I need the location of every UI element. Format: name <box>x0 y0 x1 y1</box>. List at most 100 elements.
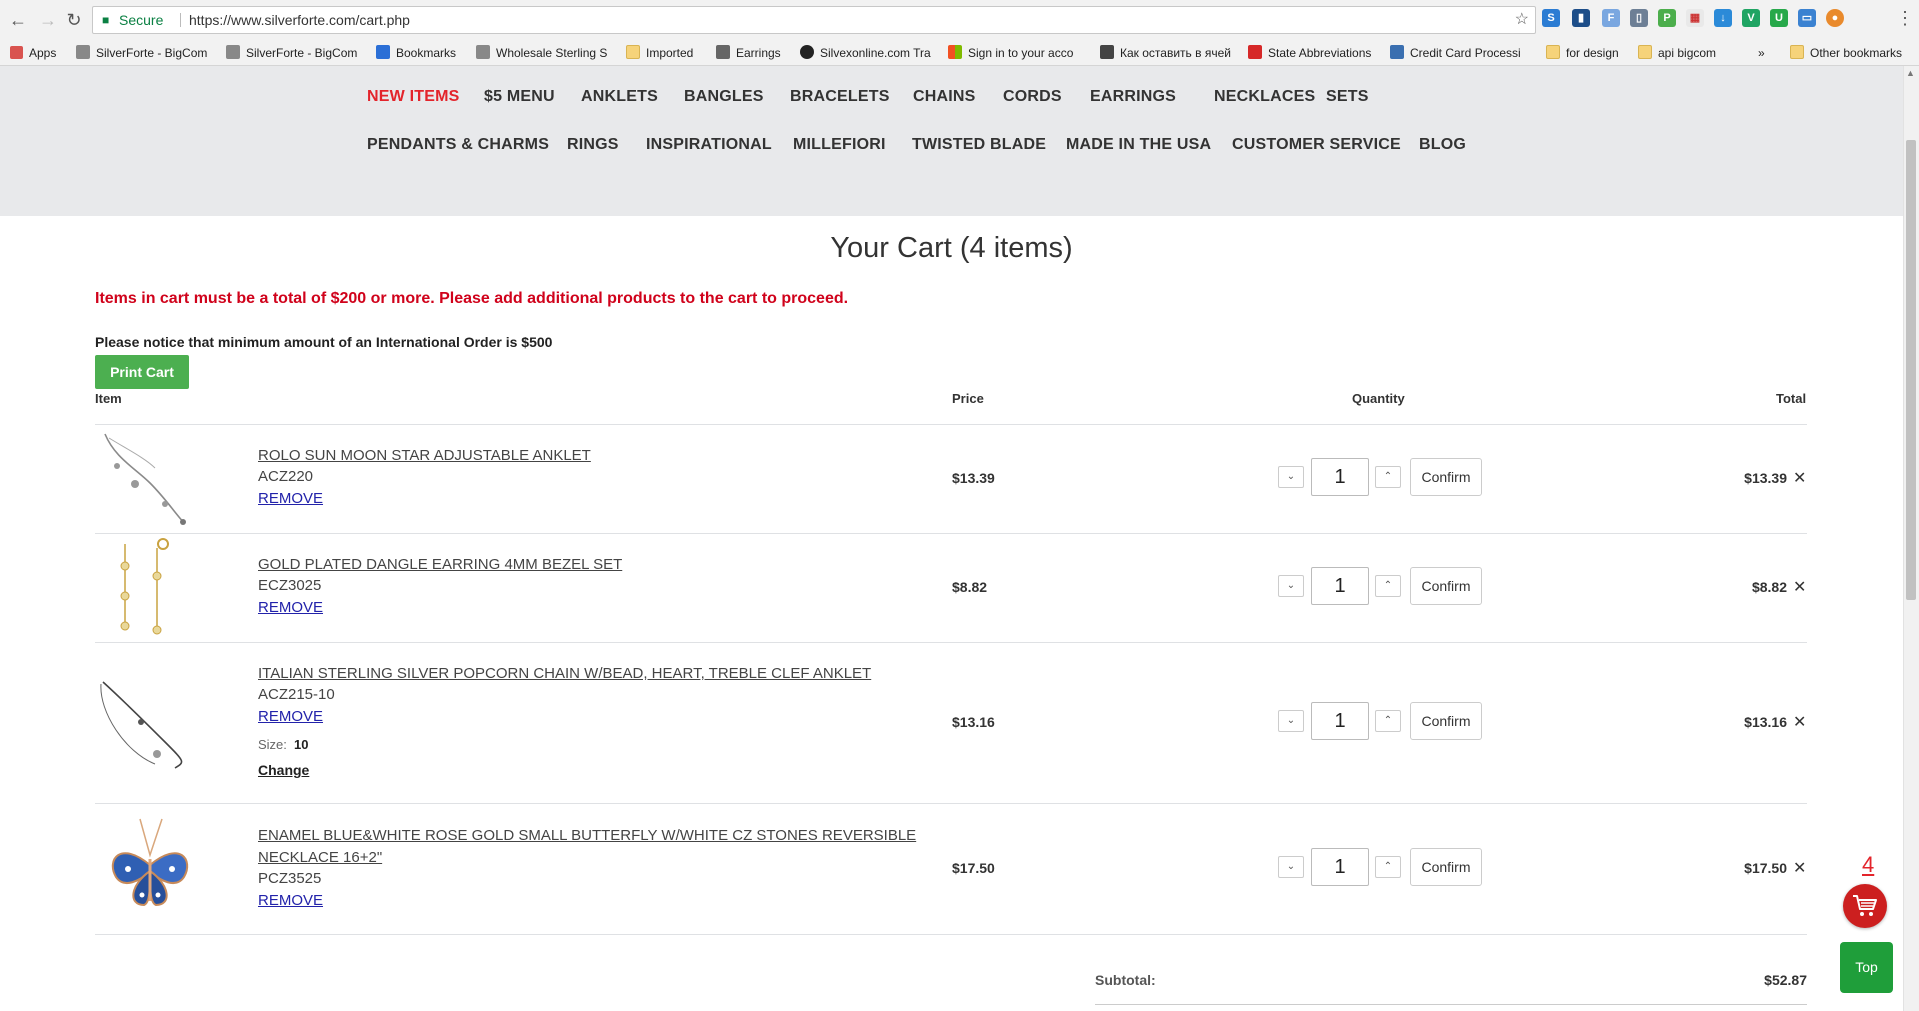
bookmark-item[interactable]: Silvexonline.com Tra <box>800 44 938 62</box>
browser-menu-icon[interactable]: ⋮ <box>1896 8 1914 29</box>
remove-x-icon[interactable]: ✕ <box>1793 858 1806 878</box>
confirm-quantity-button[interactable]: Confirm <box>1410 848 1482 886</box>
extension-v-icon[interactable]: V <box>1742 9 1760 27</box>
browser-chrome: ← → ↻ ■ Secure https://www.silverforte.c… <box>0 0 1919 66</box>
qty-decrease-icon[interactable]: ⌄ <box>1278 710 1304 732</box>
product-thumbnail-anklet[interactable] <box>95 428 195 528</box>
extension-u-icon[interactable]: U <box>1770 9 1788 27</box>
size-value: 10 <box>294 737 309 752</box>
extension-chart-icon[interactable]: ▮ <box>1572 9 1590 27</box>
remove-link[interactable]: REMOVE <box>258 599 323 616</box>
bookmark-folder[interactable]: Imported <box>626 44 706 62</box>
bookmark-item[interactable]: State Abbreviations <box>1248 44 1388 62</box>
nav-inspirational[interactable]: INSPIRATIONAL <box>646 136 772 154</box>
nav-blog[interactable]: BLOG <box>1419 136 1466 154</box>
remove-link[interactable]: REMOVE <box>258 892 323 909</box>
product-name-link[interactable]: ENAMEL BLUE&WHITE ROSE GOLD SMALL BUTTER… <box>258 825 938 869</box>
bookmark-folder[interactable]: for design <box>1546 44 1630 62</box>
column-header-total: Total <box>1776 391 1807 406</box>
extension-download-icon[interactable]: ↓ <box>1714 9 1732 27</box>
qty-increase-icon[interactable]: ⌃ <box>1375 575 1401 597</box>
qty-increase-icon[interactable]: ⌃ <box>1375 856 1401 878</box>
bookmark-item[interactable]: Wholesale Sterling S <box>476 44 616 62</box>
nav-pendants-charms[interactable]: PENDANTS & CHARMS <box>367 136 549 154</box>
bookmark-item[interactable]: Earrings <box>716 44 796 62</box>
nav-anklets[interactable]: ANKLETS <box>581 88 658 106</box>
nav-sets[interactable]: SETS <box>1326 88 1369 106</box>
remove-x-icon[interactable]: ✕ <box>1793 468 1806 488</box>
extension-s-icon[interactable]: S <box>1542 9 1560 27</box>
qty-decrease-icon[interactable]: ⌄ <box>1278 466 1304 488</box>
other-bookmarks[interactable]: Other bookmarks <box>1790 44 1914 62</box>
bookmark-folder[interactable]: api bigcom <box>1638 44 1738 62</box>
url-text[interactable]: https://www.silverforte.com/cart.php <box>189 7 410 33</box>
bookmark-item[interactable]: SilverForte - BigCom <box>76 44 212 62</box>
bookmarks-overflow[interactable]: » <box>1758 44 1772 62</box>
confirm-quantity-button[interactable]: Confirm <box>1410 458 1482 496</box>
product-thumbnail-butterfly-necklace[interactable] <box>100 815 200 915</box>
qty-increase-icon[interactable]: ⌃ <box>1375 466 1401 488</box>
nav-made-in-usa[interactable]: MADE IN THE USA <box>1066 136 1211 154</box>
quantity-input[interactable]: 1 <box>1311 458 1369 496</box>
extension-calendar-icon[interactable]: ▦ <box>1686 9 1704 27</box>
bookmark-label: SilverForte - BigCom <box>246 46 358 60</box>
qty-increase-icon[interactable]: ⌃ <box>1375 710 1401 732</box>
reload-icon[interactable]: ↻ <box>62 8 86 32</box>
remove-link[interactable]: REMOVE <box>258 708 323 725</box>
nav-necklaces[interactable]: NECKLACES <box>1214 88 1315 106</box>
product-sku: ECZ3025 <box>258 577 322 594</box>
bookmark-star-icon[interactable]: ☆ <box>1515 7 1529 33</box>
nav-earrings[interactable]: EARRINGS <box>1090 88 1176 106</box>
extension-cookie-icon[interactable]: ● <box>1826 9 1844 27</box>
qty-decrease-icon[interactable]: ⌄ <box>1278 575 1304 597</box>
product-thumbnail-earring[interactable] <box>95 536 195 636</box>
product-name-link[interactable]: GOLD PLATED DANGLE EARRING 4MM BEZEL SET <box>258 554 938 576</box>
back-to-top-button[interactable]: Top <box>1840 942 1893 993</box>
change-size-link[interactable]: Change <box>258 762 309 778</box>
nav-chains[interactable]: CHAINS <box>913 88 976 106</box>
product-name-link[interactable]: ITALIAN STERLING SILVER POPCORN CHAIN W/… <box>258 663 938 685</box>
nav-twisted-blade[interactable]: TWISTED BLADE <box>912 136 1046 154</box>
back-icon[interactable]: ← <box>6 8 30 32</box>
remove-x-icon[interactable]: ✕ <box>1793 712 1806 732</box>
extension-doc-icon[interactable]: ▯ <box>1630 9 1648 27</box>
confirm-quantity-button[interactable]: Confirm <box>1410 567 1482 605</box>
floating-cart-count[interactable]: 4 <box>1862 852 1874 878</box>
product-thumbnail-anklet[interactable] <box>95 672 195 772</box>
qty-decrease-icon[interactable]: ⌄ <box>1278 856 1304 878</box>
forward-icon[interactable]: → <box>36 8 60 32</box>
bookmark-label: api bigcom <box>1658 46 1717 60</box>
extension-flag-icon[interactable]: F <box>1602 9 1620 27</box>
nav-new-items[interactable]: NEW ITEMS <box>367 88 459 106</box>
bookmark-item[interactable]: Bookmarks <box>376 44 471 62</box>
column-header-price: Price <box>952 391 984 406</box>
nav-cords[interactable]: CORDS <box>1003 88 1062 106</box>
bookmark-item[interactable]: Как оставить в ячей <box>1100 44 1234 62</box>
confirm-quantity-button[interactable]: Confirm <box>1410 702 1482 740</box>
nav-bangles[interactable]: BANGLES <box>684 88 764 106</box>
bookmark-label: Apps <box>29 46 57 60</box>
scroll-up-arrow-icon[interactable]: ▲ <box>1906 68 1915 78</box>
remove-link[interactable]: REMOVE <box>258 490 323 507</box>
quantity-input[interactable]: 1 <box>1311 567 1369 605</box>
nav-millefiori[interactable]: MILLEFIORI <box>793 136 886 154</box>
bookmark-item[interactable]: Sign in to your acco <box>948 44 1088 62</box>
scrollbar-thumb[interactable] <box>1906 140 1916 600</box>
address-bar[interactable]: ■ Secure https://www.silverforte.com/car… <box>92 6 1536 34</box>
bookmark-apps[interactable]: Apps <box>10 44 70 62</box>
nav-5-menu[interactable]: $5 MENU <box>484 88 555 106</box>
bookmark-item[interactable]: Credit Card Processi <box>1390 44 1530 62</box>
remove-x-icon[interactable]: ✕ <box>1793 577 1806 597</box>
quantity-input[interactable]: 1 <box>1311 702 1369 740</box>
quantity-input[interactable]: 1 <box>1311 848 1369 886</box>
floating-cart-button[interactable] <box>1843 884 1887 928</box>
extension-window-icon[interactable]: ▭ <box>1798 9 1816 27</box>
print-cart-button[interactable]: Print Cart <box>95 355 189 389</box>
nav-customer-service[interactable]: CUSTOMER SERVICE <box>1232 136 1401 154</box>
bookmark-item[interactable]: SilverForte - BigCom <box>226 44 366 62</box>
extension-print-icon[interactable]: P <box>1658 9 1676 27</box>
product-name-link[interactable]: ROLO SUN MOON STAR ADJUSTABLE ANKLET <box>258 445 938 467</box>
bigcommerce-icon <box>476 45 490 59</box>
nav-rings[interactable]: RINGS <box>567 136 619 154</box>
nav-bracelets[interactable]: BRACELETS <box>790 88 890 106</box>
